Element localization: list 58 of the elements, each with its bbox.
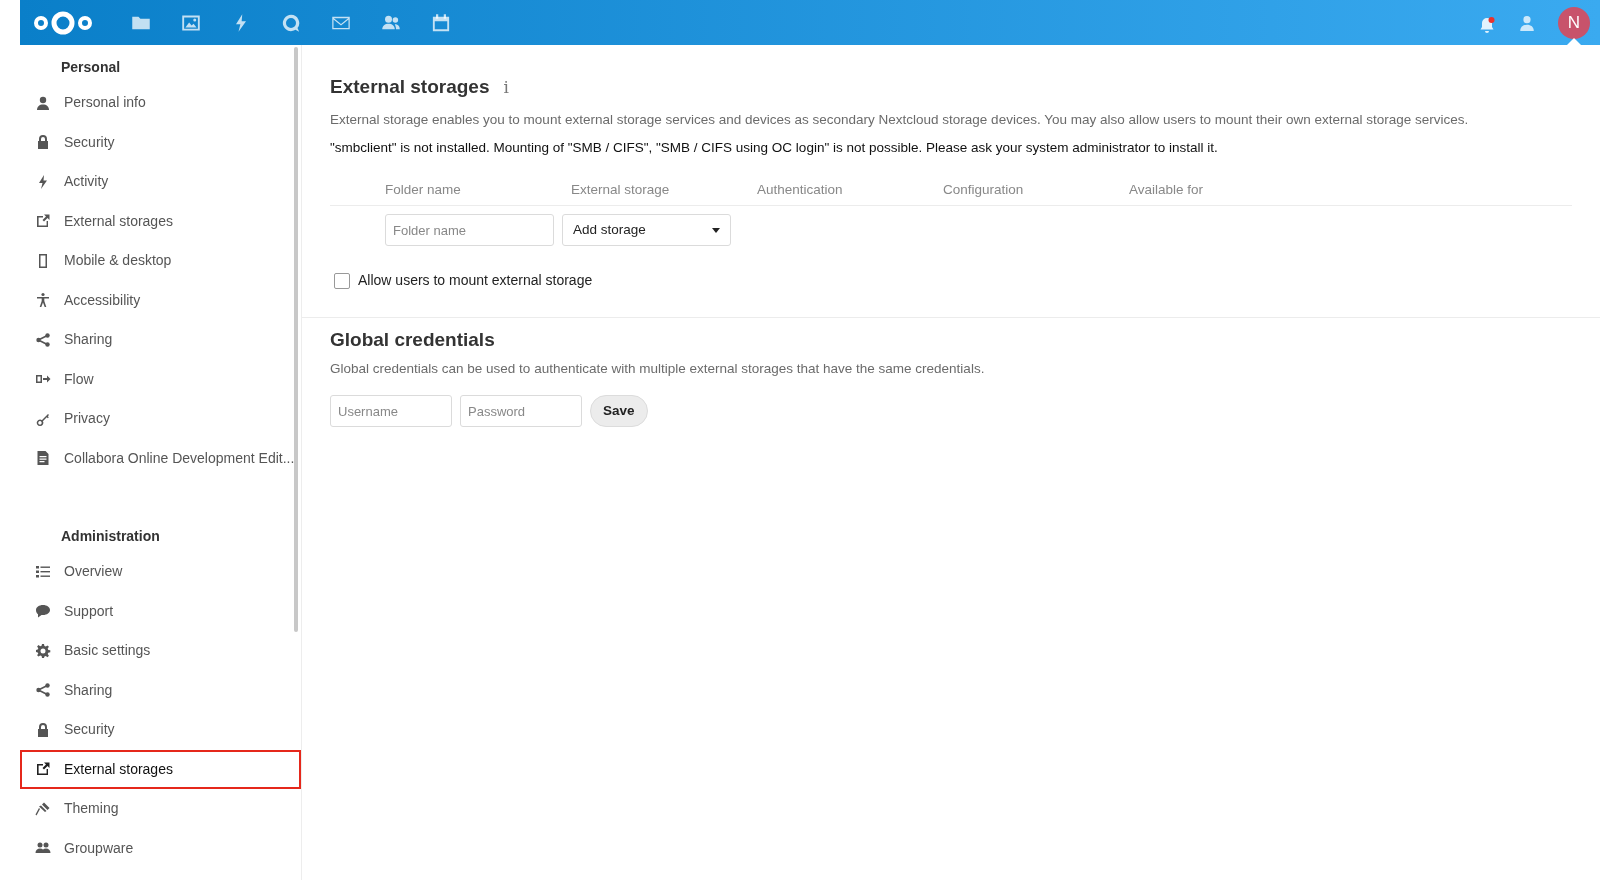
scrollbar[interactable] <box>294 47 298 632</box>
contacts-menu-icon[interactable] <box>1518 13 1536 32</box>
share-icon <box>35 682 51 699</box>
save-button[interactable]: Save <box>590 395 648 427</box>
sidebar-item[interactable]: Activity <box>20 162 301 202</box>
username-field[interactable]: Username <box>330 395 452 427</box>
accessibility-icon <box>35 292 51 309</box>
calendar-icon[interactable] <box>431 12 451 33</box>
caret-icon <box>712 227 720 233</box>
sidebar-item[interactable]: Basic settings <box>20 631 301 671</box>
share-icon <box>35 331 51 348</box>
folder-name-field[interactable]: Folder name <box>385 214 554 247</box>
column-header: Configuration <box>943 181 1025 199</box>
person-icon <box>35 94 51 111</box>
column-header: External storage <box>571 181 671 199</box>
menu-pointer <box>1567 38 1581 45</box>
sidebar-item[interactable]: Accessibility <box>20 280 301 320</box>
list-icon <box>35 563 51 580</box>
lock-icon <box>35 721 51 738</box>
lock-icon <box>35 134 51 151</box>
sidebar-item[interactable]: Support <box>20 591 301 631</box>
page-title: External storages <box>330 75 490 99</box>
description: External storage enables you to mount external storage services and devices as secondary Nextcloud storage devices. You may also allow users to mount their own external storage services. <box>330 110 1470 129</box>
section-heading: Administration <box>60 527 161 546</box>
column-header: Folder name <box>385 181 462 199</box>
section-title: Global credentials <box>330 328 496 353</box>
sidebar-item[interactable]: Sharing <box>20 670 301 710</box>
external-link-icon <box>35 761 51 778</box>
password-field[interactable]: Password <box>460 395 582 427</box>
external-link-icon <box>35 213 51 230</box>
sidebar-item[interactable]: Groupware <box>20 828 301 868</box>
sidebar-item[interactable]: Collabora Online Development Edit... <box>20 438 301 478</box>
storage-dropdown[interactable]: Add storage <box>562 214 731 247</box>
sidebar-item[interactable]: Sharing <box>20 320 301 360</box>
column-header: Available for <box>1129 181 1205 199</box>
section-heading: Personal <box>60 58 122 77</box>
sidebar-item[interactable]: External storages <box>20 749 301 789</box>
column-header: Authentication <box>757 181 844 199</box>
checkbox-label[interactable]: Allow users to mount external storage <box>358 270 593 292</box>
sidebar-item[interactable]: Personal info <box>20 83 301 123</box>
checkbox[interactable] <box>334 272 350 289</box>
sidebar-item[interactable]: Security <box>20 710 301 750</box>
document-icon <box>35 450 51 467</box>
sidebar-item[interactable]: Mobile & desktop <box>20 241 301 281</box>
sidebar-item[interactable]: Security <box>20 122 301 162</box>
info-icon[interactable]: i <box>503 74 509 100</box>
sidebar-item[interactable]: Overview <box>20 552 301 592</box>
sidebar-item[interactable]: External storages <box>20 201 301 241</box>
chat-icon[interactable] <box>281 12 301 33</box>
sidebar-item[interactable]: Privacy <box>20 399 301 439</box>
speech-bubble-icon <box>35 603 51 620</box>
sidebar-item[interactable]: Theming <box>20 789 301 829</box>
sidebar-item[interactable]: Flow <box>20 359 301 399</box>
avatar[interactable]: N <box>1558 6 1590 39</box>
settings-icon <box>35 642 51 659</box>
description: Global credentials can be used to authenticate with multiple external storages that have the same credentials. <box>330 359 986 378</box>
brush-icon <box>35 800 51 817</box>
warning-message: "smbclient" is not installed. Mounting of "SMB / CIFS", "SMB / CIFS using OC login" is not possible. Please ask your system administrator to install it. <box>330 138 1219 157</box>
